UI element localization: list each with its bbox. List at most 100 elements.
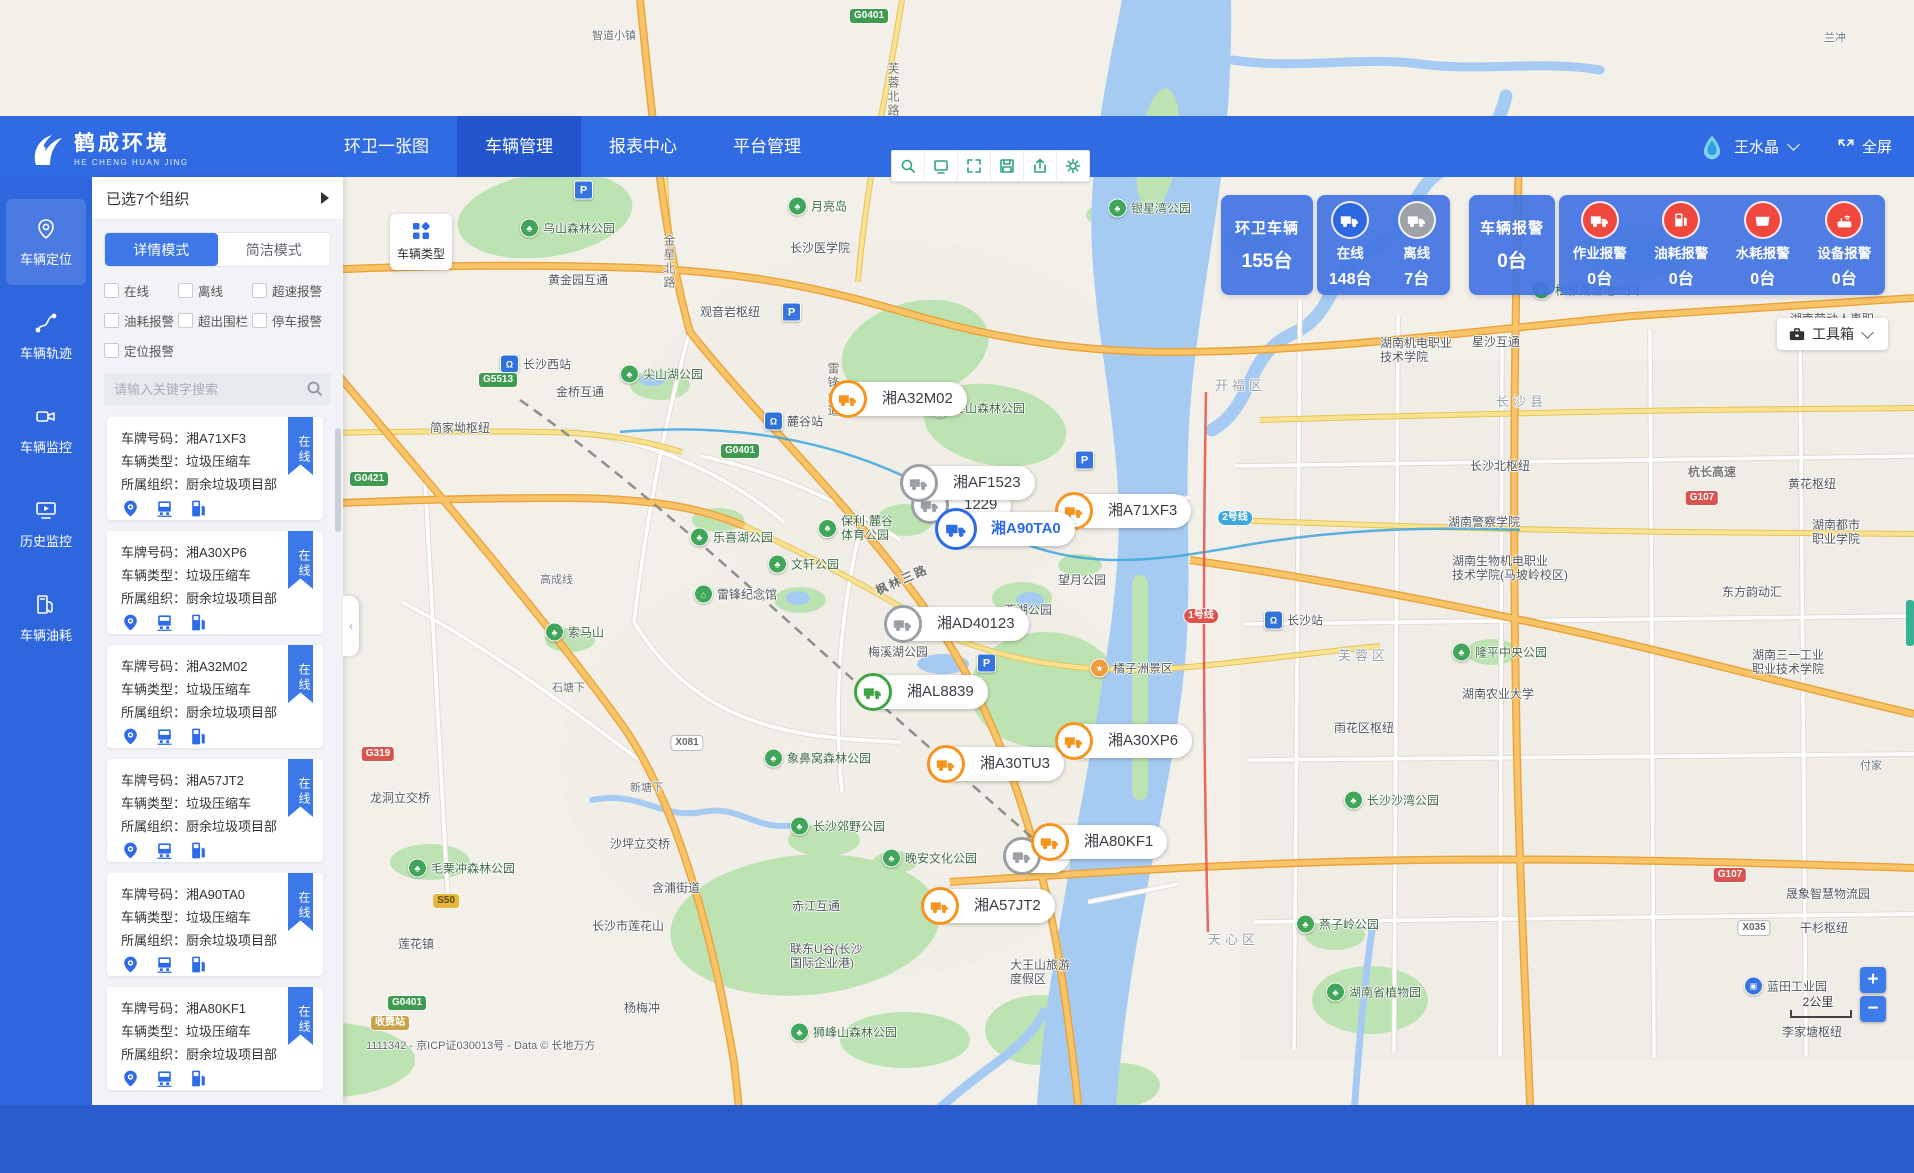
truck-icon[interactable] bbox=[927, 745, 965, 783]
vehicle-card[interactable]: 车牌号码：湘A90TA0 车辆类型：垃圾压缩车 所属组织：厨余垃圾项目部 在线 bbox=[107, 873, 323, 976]
search-field-wrap bbox=[104, 373, 331, 405]
page-scrollbar-thumb[interactable] bbox=[1906, 600, 1914, 646]
sidebar-item-history-monitor[interactable]: 历史监控 bbox=[6, 481, 86, 567]
search-icon[interactable] bbox=[306, 380, 323, 397]
map-poi-label: 索马山 bbox=[545, 623, 604, 642]
checkbox-icon[interactable] bbox=[178, 283, 193, 298]
fuel-pump-icon[interactable] bbox=[189, 499, 208, 518]
truck-icon[interactable] bbox=[884, 605, 922, 643]
vehicle-front-icon[interactable] bbox=[155, 841, 174, 860]
locate-vehicle-icon[interactable] bbox=[121, 841, 140, 860]
checkbox-icon[interactable] bbox=[252, 283, 267, 298]
filter-checkbox[interactable]: 定位报警 bbox=[104, 341, 178, 360]
vehicle-card[interactable]: 车牌号码：湘A80KF1 车辆类型：垃圾压缩车 所属组织：厨余垃圾项目部 在线 bbox=[107, 987, 323, 1090]
locate-vehicle-icon[interactable] bbox=[121, 727, 140, 746]
monitor-icon[interactable] bbox=[925, 151, 958, 181]
sidebar-item-vehicle-track[interactable]: 车辆轨迹 bbox=[6, 293, 86, 379]
fuel-pump-icon[interactable] bbox=[189, 1069, 208, 1088]
expand-arrow-icon[interactable] bbox=[321, 192, 329, 204]
map-poi-label: 大王山旅游 度假区 bbox=[1010, 958, 1070, 986]
fuel-pump-icon[interactable] bbox=[189, 727, 208, 746]
export-icon[interactable] bbox=[1024, 151, 1057, 181]
checkbox-icon[interactable] bbox=[178, 313, 193, 328]
truck-icon[interactable] bbox=[921, 887, 959, 925]
mode-tab[interactable]: 详情模式 bbox=[105, 233, 218, 266]
vehicle-card[interactable]: 车牌号码：湘A71XF3 车辆类型：垃圾压缩车 所属组织：厨余垃圾项目部 在线 bbox=[107, 417, 323, 520]
checkbox-icon[interactable] bbox=[104, 343, 119, 358]
locate-vehicle-icon[interactable] bbox=[121, 955, 140, 974]
vehicle-front-icon[interactable] bbox=[155, 499, 174, 518]
vehicle-card[interactable]: 车牌号码：湘A30XP6 车辆类型：垃圾压缩车 所属组织：厨余垃圾项目部 在线 bbox=[107, 531, 323, 634]
vehicle-front-icon[interactable] bbox=[155, 1069, 174, 1088]
nav-tab[interactable]: 报表中心 bbox=[581, 116, 705, 177]
user-name[interactable]: 王水晶 bbox=[1734, 136, 1779, 157]
fuel-pump-icon[interactable] bbox=[189, 841, 208, 860]
settings-icon[interactable] bbox=[1057, 151, 1089, 181]
truck-icon[interactable] bbox=[854, 673, 892, 711]
locate-vehicle-icon[interactable] bbox=[121, 1069, 140, 1088]
panel-header[interactable]: 已选7个组织 bbox=[92, 177, 343, 220]
map-zoom-in-button[interactable]: + bbox=[1860, 967, 1886, 993]
sidebar-item-vehicle-location[interactable]: 车辆定位 bbox=[6, 199, 86, 285]
fuel-pump-icon[interactable] bbox=[189, 613, 208, 632]
nav-tab[interactable]: 环卫一张图 bbox=[316, 116, 457, 177]
checkbox-icon[interactable] bbox=[252, 313, 267, 328]
search-icon[interactable] bbox=[892, 151, 925, 181]
vehicle-front-icon[interactable] bbox=[155, 613, 174, 632]
sidebar-item-vehicle-fuel[interactable]: 车辆油耗 bbox=[6, 575, 86, 661]
vehicle-org: 厨余垃圾项目部 bbox=[186, 591, 277, 606]
toolbox-button[interactable]: 工具箱 bbox=[1777, 318, 1888, 350]
search-input[interactable] bbox=[104, 373, 331, 405]
online-truck-icon bbox=[1331, 201, 1369, 239]
map-poi-label: 长沙市莲花山 bbox=[592, 919, 664, 933]
vehicle-type-button[interactable]: 车辆类型 bbox=[390, 214, 452, 270]
mode-tab[interactable]: 简洁模式 bbox=[218, 233, 331, 266]
locate-vehicle-icon[interactable] bbox=[121, 613, 140, 632]
vehicle-front-icon[interactable] bbox=[155, 955, 174, 974]
map-poi-label: 梅溪湖公园 bbox=[868, 645, 928, 659]
filter-checkbox[interactable]: 离线 bbox=[178, 281, 252, 300]
fullscreen-button[interactable]: 全屏 bbox=[1836, 136, 1892, 157]
filter-checkbox[interactable]: 在线 bbox=[104, 281, 178, 300]
map-zoom-out-button[interactable]: − bbox=[1860, 996, 1886, 1022]
road-badge: G0421 bbox=[350, 472, 388, 486]
chevron-down-icon[interactable] bbox=[1787, 138, 1800, 151]
filter-checkbox[interactable]: 超出围栏 bbox=[178, 311, 252, 330]
avatar[interactable] bbox=[1698, 133, 1726, 161]
nav-tab[interactable]: 车辆管理 bbox=[457, 116, 581, 177]
crane-logo-icon bbox=[26, 127, 64, 167]
stat-value: 0台 bbox=[1669, 265, 1694, 289]
map-poi-label: 乐喜湖公园 bbox=[690, 528, 773, 547]
field-label: 所属组织： bbox=[121, 705, 186, 720]
offline-truck-icon bbox=[1398, 201, 1436, 239]
stat-label: 设备报警 bbox=[1817, 242, 1871, 262]
poi-icon bbox=[574, 181, 593, 200]
truck-icon[interactable] bbox=[829, 380, 867, 418]
truck-icon[interactable] bbox=[900, 464, 938, 502]
checkbox-icon[interactable] bbox=[104, 313, 119, 328]
stat-label: 车辆报警 bbox=[1480, 217, 1544, 238]
filter-checkbox[interactable]: 超速报警 bbox=[252, 281, 326, 300]
vehicle-front-icon[interactable] bbox=[155, 727, 174, 746]
vehicle-card[interactable]: 车牌号码：湘A32M02 车辆类型：垃圾压缩车 所属组织：厨余垃圾项目部 在线 bbox=[107, 645, 323, 748]
nav-tab[interactable]: 平台管理 bbox=[705, 116, 829, 177]
sidebar-item-label: 历史监控 bbox=[20, 531, 72, 550]
panel-collapse-handle[interactable]: ‹ bbox=[343, 596, 359, 656]
map-scale-bar bbox=[1790, 1010, 1852, 1018]
fuel-pump-icon[interactable] bbox=[189, 955, 208, 974]
filter-checkbox[interactable]: 停车报警 bbox=[252, 311, 326, 330]
panel-scrollbar[interactable] bbox=[335, 428, 341, 532]
map-poi-label: 湖南生物机电职业 技术学院(马坡岭校区) bbox=[1452, 554, 1568, 582]
truck-icon[interactable] bbox=[1031, 823, 1069, 861]
poi-icon bbox=[977, 654, 996, 673]
poi-icon bbox=[1108, 199, 1127, 218]
save-icon[interactable] bbox=[991, 151, 1024, 181]
filter-checkbox[interactable]: 油耗报警 bbox=[104, 311, 178, 330]
sidebar-item-vehicle-monitor[interactable]: 车辆监控 bbox=[6, 387, 86, 473]
poi-icon bbox=[690, 528, 709, 547]
vehicle-card[interactable]: 车牌号码：湘A57JT2 车辆类型：垃圾压缩车 所属组织：厨余垃圾项目部 在线 bbox=[107, 759, 323, 862]
truck-icon[interactable] bbox=[935, 508, 977, 550]
expand-icon[interactable] bbox=[958, 151, 991, 181]
checkbox-icon[interactable] bbox=[104, 283, 119, 298]
locate-vehicle-icon[interactable] bbox=[121, 499, 140, 518]
